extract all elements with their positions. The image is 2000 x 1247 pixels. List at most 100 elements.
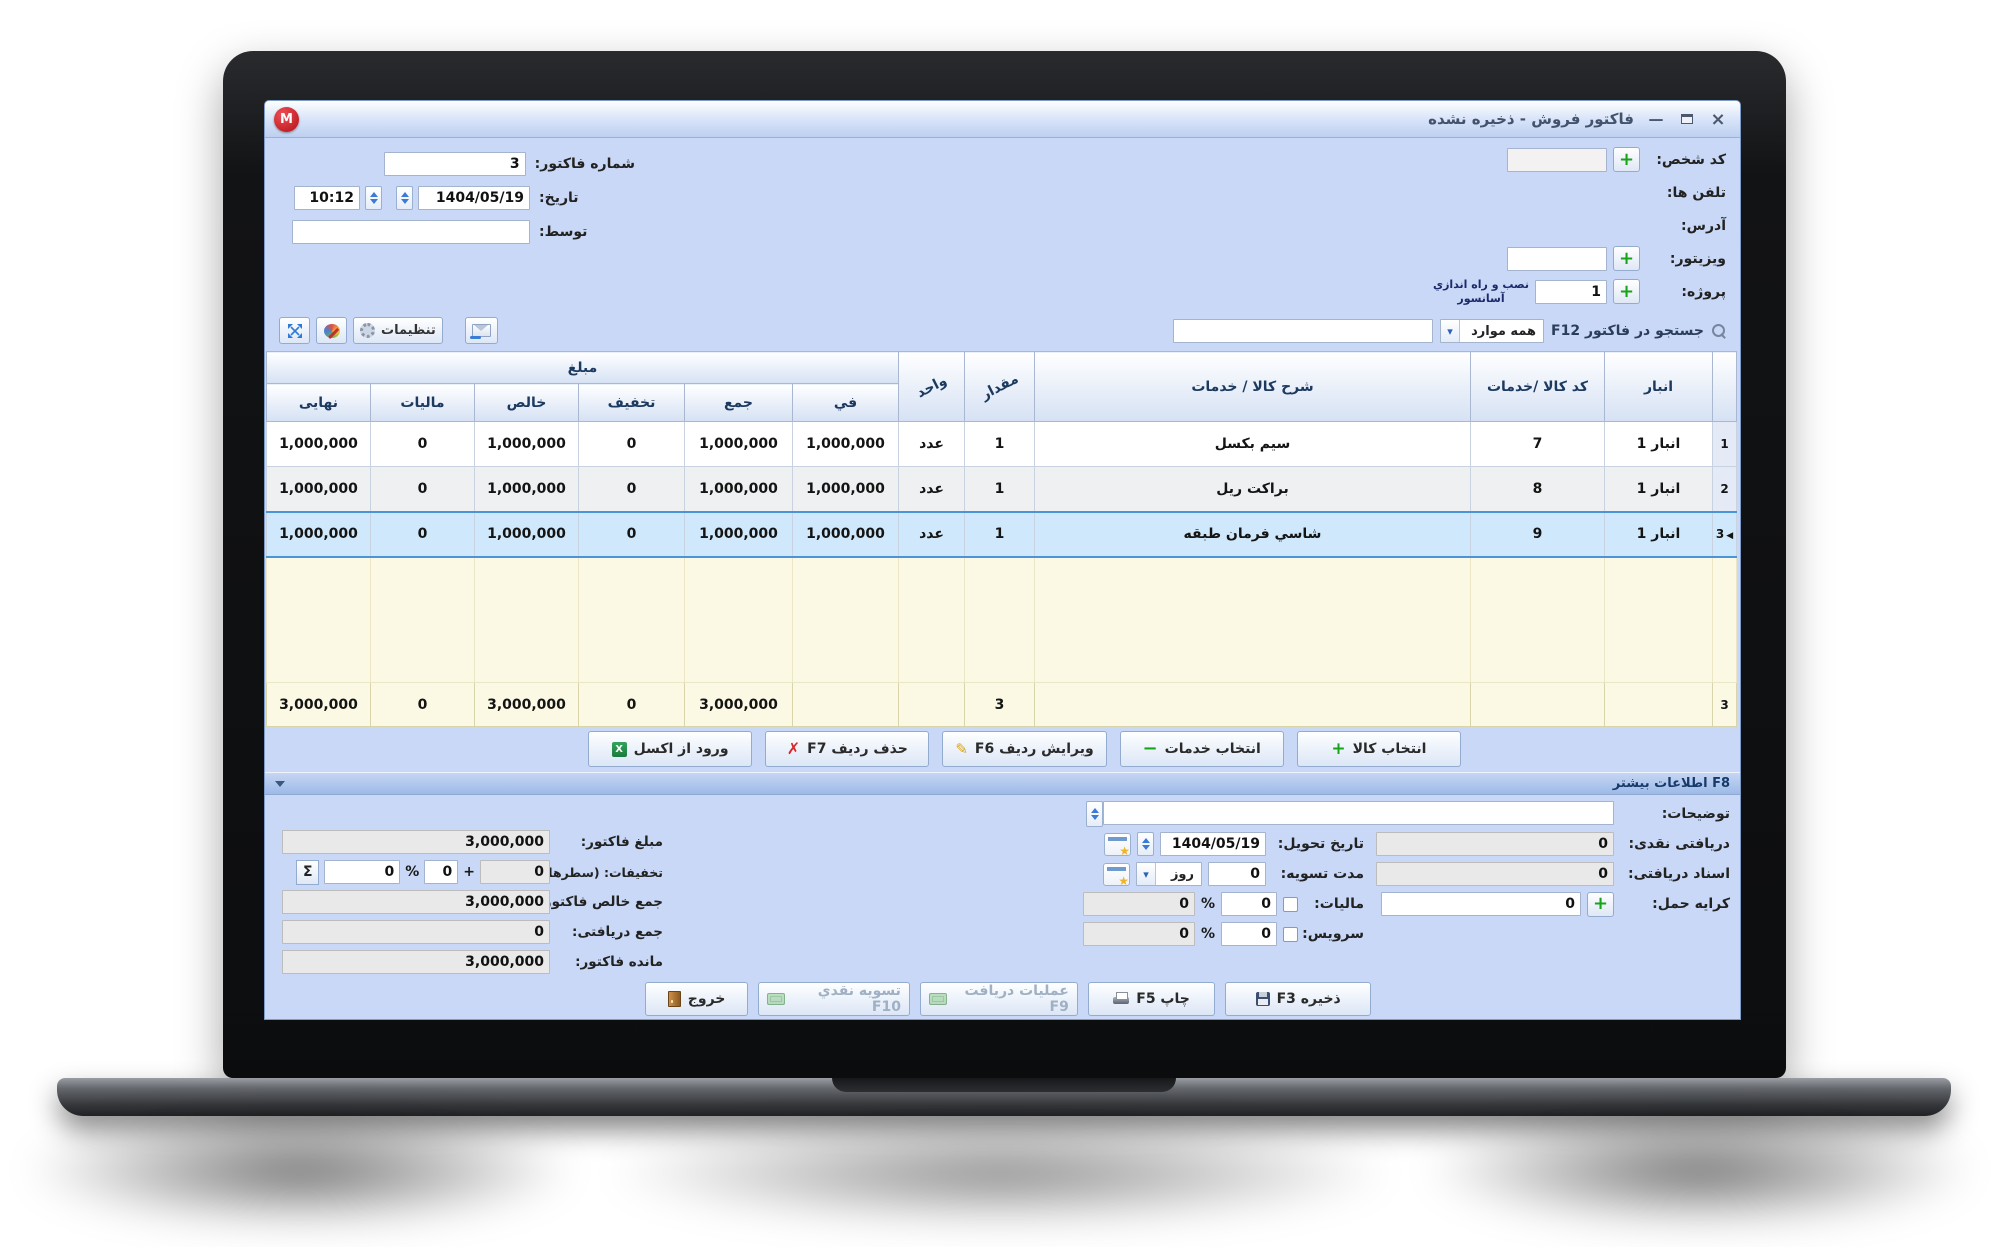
cell-sum[interactable]: 1,000,000	[684, 466, 793, 512]
col-header-fee[interactable]: في	[792, 383, 899, 422]
cell-warehouse[interactable]: انبار 1	[1604, 466, 1713, 512]
cell-discount[interactable]: 0	[578, 510, 685, 558]
receive-operations-button[interactable]: عملیات دریافت F9	[919, 982, 1078, 1016]
settlement-unit-dropdown[interactable]: روز ▾	[1136, 862, 1202, 886]
calendar-icon[interactable]	[1104, 832, 1131, 858]
visitor-input[interactable]	[1507, 246, 1607, 271]
freight-input[interactable]	[1381, 892, 1581, 916]
cell-unit[interactable]: عدد	[898, 466, 965, 512]
col-header-sum[interactable]: جمع	[684, 383, 793, 422]
print-button[interactable]: چاپ F5	[1087, 982, 1216, 1016]
col-header-qty[interactable]: مقدار	[964, 351, 1035, 422]
settings-button[interactable]: تنظیمات	[353, 317, 443, 344]
net-total-input[interactable]	[282, 890, 550, 914]
cell-unit[interactable]: عدد	[898, 510, 965, 558]
cell-net[interactable]: 1,000,000	[474, 466, 579, 512]
col-header-code[interactable]: کد کالا /خدمات	[1470, 351, 1605, 422]
import-excel-button[interactable]: ورود از اکسل X	[587, 731, 753, 767]
add-person-button[interactable]: +	[1613, 147, 1640, 172]
exit-button[interactable]: خروج	[645, 982, 749, 1016]
date-input[interactable]	[418, 186, 530, 210]
cell-tax[interactable]: 0	[370, 421, 475, 467]
cell-final[interactable]: 1,000,000	[265, 466, 372, 512]
delivery-date-input[interactable]	[1160, 832, 1266, 856]
discount-rows-input[interactable]	[480, 860, 550, 884]
cell-discount[interactable]: 0	[578, 421, 685, 467]
cell-qty[interactable]: 1	[964, 421, 1035, 467]
select-services-button[interactable]: انتخاب خدمات −	[1119, 731, 1284, 767]
col-header-discount[interactable]: تخفیف	[578, 383, 685, 422]
sigma-button[interactable]: Σ	[296, 859, 320, 885]
cell-net[interactable]: 1,000,000	[474, 421, 579, 467]
tax-pct-input[interactable]	[1221, 892, 1277, 916]
notes-stepper[interactable]	[1086, 801, 1103, 827]
cell-net[interactable]: 1,000,000	[474, 510, 579, 558]
maximize-button[interactable]	[1674, 109, 1700, 129]
by-input[interactable]	[292, 220, 530, 244]
cell-sum[interactable]: 1,000,000	[684, 510, 793, 558]
col-header-final[interactable]: نهایی	[265, 383, 372, 422]
edit-row-button[interactable]: ویرایش ردیف F6 ✎	[942, 731, 1107, 767]
delivery-date-stepper[interactable]	[1137, 832, 1154, 856]
time-input[interactable]	[294, 186, 360, 210]
select-goods-button[interactable]: انتخاب کالا +	[1296, 731, 1461, 767]
cash-settlement-button[interactable]: تسویه نقدي F10	[758, 982, 910, 1016]
tax-checkbox[interactable]	[1283, 896, 1298, 912]
add-freight-button[interactable]: +	[1587, 891, 1614, 917]
invoice-amount-input[interactable]	[282, 830, 550, 854]
search-filter-dropdown[interactable]: همه موارد ▾	[1440, 319, 1545, 343]
balance-input[interactable]	[282, 950, 550, 974]
cell-description[interactable]: سیم بکسل	[1034, 421, 1471, 467]
col-header-unit[interactable]: واحد	[898, 351, 965, 422]
settlement-input[interactable]	[1208, 862, 1266, 886]
person-code-input[interactable]	[1507, 147, 1607, 172]
cell-description[interactable]: براکت ریل	[1034, 466, 1471, 512]
col-header-warehouse[interactable]: انبار	[1604, 351, 1713, 422]
delete-row-button[interactable]: حذف ردیف F7 ✗	[765, 731, 930, 767]
tax-amount-input[interactable]	[1082, 892, 1195, 916]
service-checkbox[interactable]	[1283, 926, 1298, 942]
col-header-net[interactable]: خالص	[474, 383, 579, 422]
service-amount-input[interactable]	[1082, 922, 1195, 946]
table-row[interactable]: 2 انبار 1 8 براکت ریل 1 عدد 1,000,000 1,…	[265, 466, 1737, 512]
cell-fee[interactable]: 1,000,000	[792, 421, 899, 467]
cell-qty[interactable]: 1	[964, 466, 1035, 512]
discount-fixed-input[interactable]	[424, 860, 459, 884]
close-button[interactable]: ×	[1705, 109, 1731, 130]
cell-warehouse[interactable]: انبار 1	[1604, 421, 1713, 467]
minimize-button[interactable]: —	[1643, 109, 1669, 129]
table-row[interactable]: 1 انبار 1 7 سیم بکسل 1 عدد 1,000,000 1,0…	[265, 421, 1737, 467]
service-pct-input[interactable]	[1221, 922, 1277, 946]
cash-received-input[interactable]	[1376, 832, 1614, 856]
cell-description[interactable]: شاسي فرمان طبقه	[1034, 510, 1471, 558]
received-total-input[interactable]	[282, 920, 550, 944]
cell-unit[interactable]: عدد	[898, 421, 965, 467]
theme-button[interactable]	[316, 317, 347, 344]
cell-fee[interactable]: 1,000,000	[792, 510, 899, 558]
time-stepper[interactable]	[365, 186, 382, 210]
invoice-number-input[interactable]	[383, 152, 526, 176]
sms-button[interactable]	[464, 317, 498, 344]
cell-warehouse[interactable]: انبار 1	[1604, 510, 1713, 558]
cell-code[interactable]: 9	[1470, 510, 1605, 558]
notes-input[interactable]	[1103, 801, 1614, 825]
calendar-icon[interactable]	[1103, 862, 1130, 888]
cell-fee[interactable]: 1,000,000	[792, 466, 899, 512]
date-stepper[interactable]	[396, 186, 413, 210]
col-header-description[interactable]: شرح کالا / خدمات	[1034, 351, 1471, 422]
add-visitor-button[interactable]: +	[1613, 246, 1640, 271]
received-docs-input[interactable]	[1376, 862, 1614, 886]
cell-tax[interactable]: 0	[370, 510, 475, 558]
discount-pct-input[interactable]	[324, 860, 401, 884]
cell-discount[interactable]: 0	[578, 466, 685, 512]
cell-qty[interactable]: 1	[964, 510, 1035, 558]
more-info-bar[interactable]: F8 اطلاعات بیشتر	[265, 772, 1740, 795]
save-button[interactable]: ذخیره F3	[1225, 982, 1371, 1016]
cell-sum[interactable]: 1,000,000	[684, 421, 793, 467]
add-project-button[interactable]: +	[1613, 279, 1640, 304]
expand-button[interactable]	[279, 317, 310, 344]
search-input[interactable]	[1173, 319, 1434, 343]
table-row-selected[interactable]: ◀3 انبار 1 9 شاسي فرمان طبقه 1 عدد 1,000…	[265, 510, 1737, 558]
project-input[interactable]	[1535, 279, 1607, 304]
cell-final[interactable]: 1,000,000	[265, 421, 372, 467]
